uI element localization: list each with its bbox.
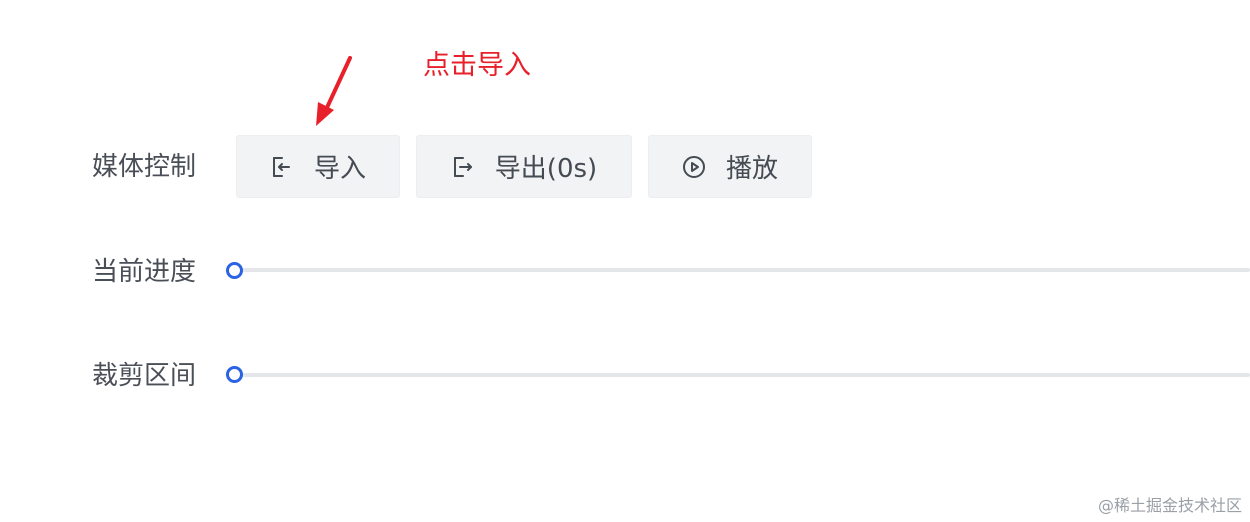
import-button[interactable]: 导入 bbox=[236, 135, 400, 198]
progress-label: 当前进度 bbox=[92, 257, 197, 287]
trim-range-label: 裁剪区间 bbox=[92, 361, 197, 391]
export-button-label: 导出(0s) bbox=[494, 154, 598, 184]
play-circle-icon bbox=[682, 155, 706, 179]
trim-range-slider-handle[interactable] bbox=[226, 366, 243, 383]
import-icon bbox=[270, 155, 294, 179]
trim-range-slider-track[interactable] bbox=[236, 373, 1250, 377]
export-icon bbox=[451, 155, 475, 179]
progress-slider-track[interactable] bbox=[236, 268, 1250, 272]
watermark: @稀土掘金技术社区 bbox=[1097, 496, 1242, 515]
annotation-text: 点击导入 bbox=[423, 50, 531, 81]
progress-slider-handle[interactable] bbox=[226, 262, 243, 279]
media-control-label: 媒体控制 bbox=[92, 152, 197, 182]
play-button[interactable]: 播放 bbox=[648, 135, 812, 198]
page: 点击导入 媒体控制 导入 导出(0s) 播放 当前进度 裁剪区间 @稀土掘金技术… bbox=[0, 0, 1250, 522]
play-button-label: 播放 bbox=[725, 154, 778, 184]
annotation-arrow-icon bbox=[316, 56, 352, 126]
export-button[interactable]: 导出(0s) bbox=[416, 135, 632, 198]
import-button-label: 导入 bbox=[313, 154, 366, 184]
